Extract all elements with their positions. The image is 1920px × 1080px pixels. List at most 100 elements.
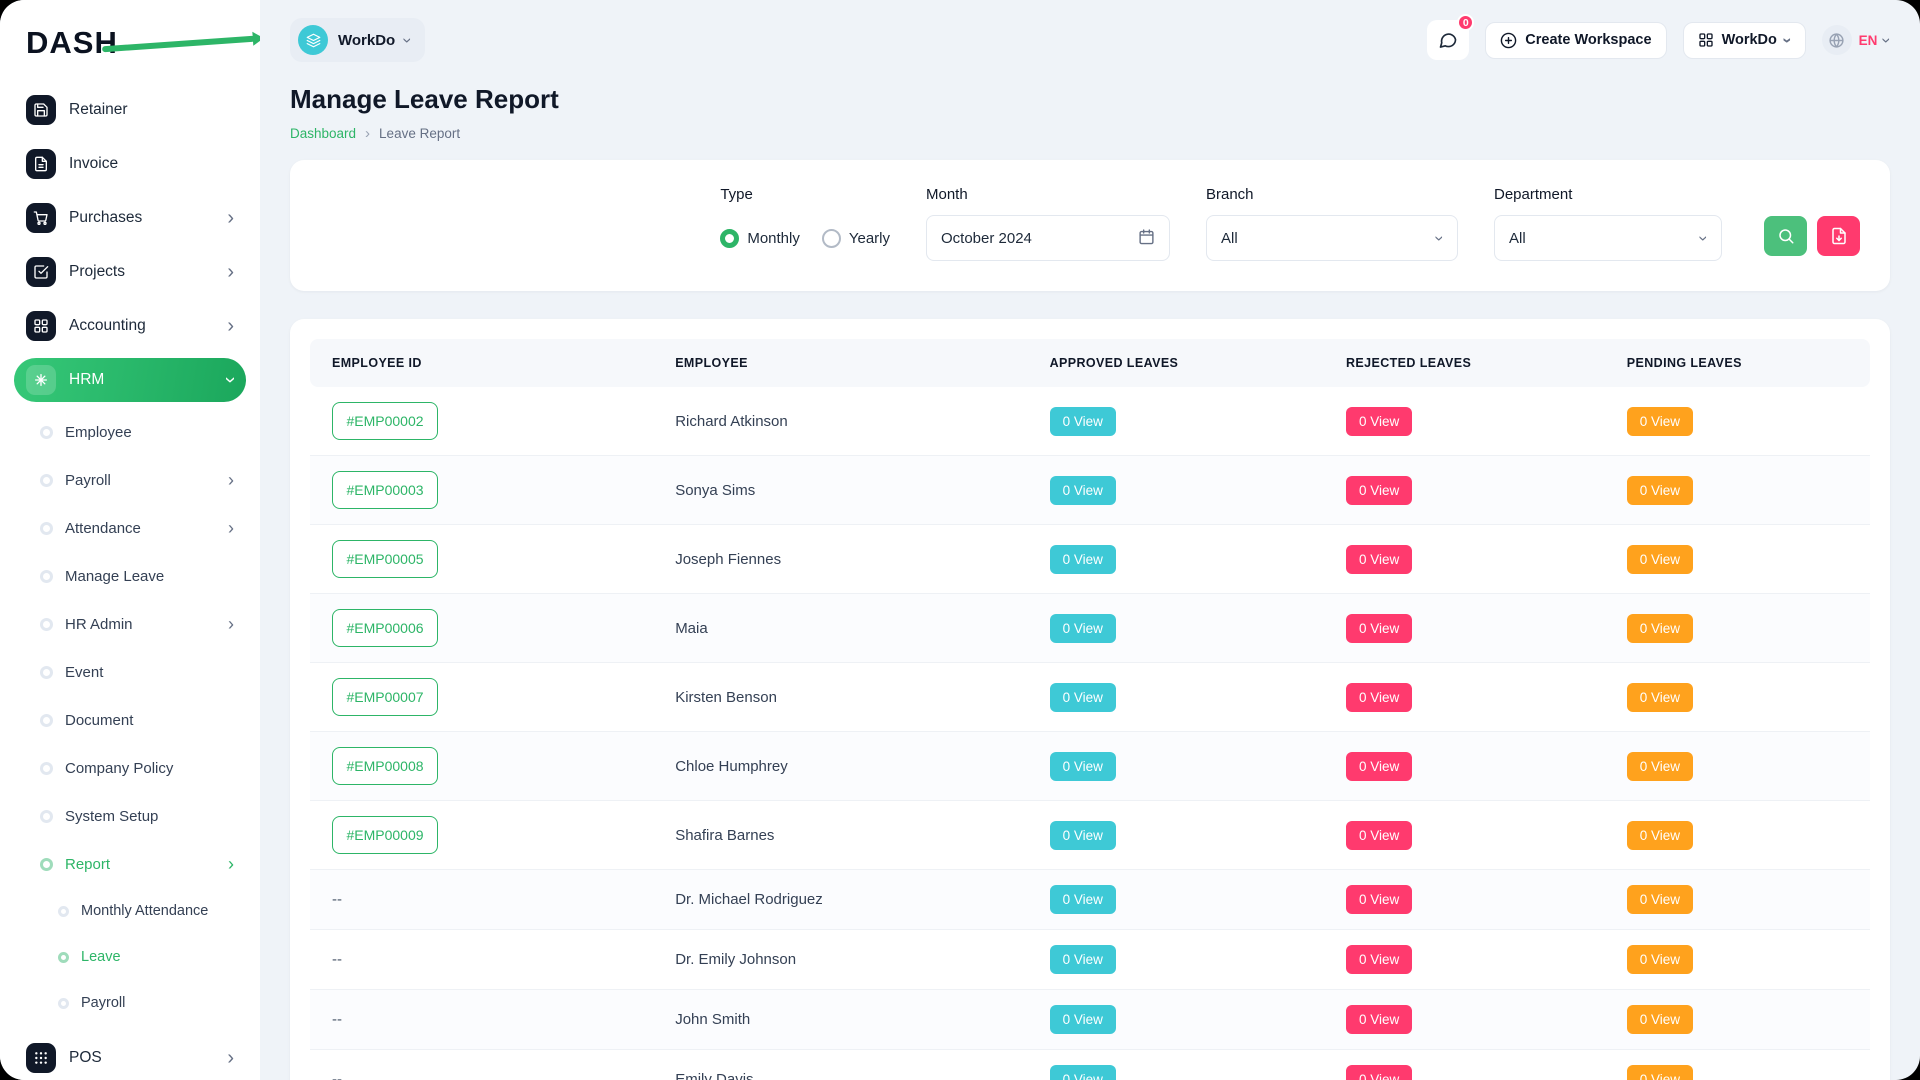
rejected-leaves-badge[interactable]: 0 View [1346, 885, 1412, 914]
sidebar-subitem-report[interactable]: Report› [14, 844, 246, 884]
employee-id-badge[interactable]: #EMP00002 [332, 402, 438, 440]
pending-leaves-badge[interactable]: 0 View [1627, 885, 1693, 914]
sidebar-item-projects[interactable]: Projects› [14, 250, 246, 294]
sidebar-subitem-employee[interactable]: Employee [14, 412, 246, 452]
language-selector[interactable]: EN › [1822, 25, 1890, 55]
pending-leaves-badge[interactable]: 0 View [1627, 1005, 1693, 1034]
employee-id-badge[interactable]: #EMP00007 [332, 678, 438, 716]
sidebar-subitem-hr-admin[interactable]: HR Admin› [14, 604, 246, 644]
pending-leaves-badge[interactable]: 0 View [1627, 476, 1693, 505]
employee-name: Dr. Michael Rodriguez [675, 891, 823, 908]
approved-leaves-badge[interactable]: 0 View [1050, 1065, 1116, 1080]
workspace-switcher[interactable]: WorkDo › [290, 18, 425, 62]
column-approved-leaves: APPROVED LEAVES [1028, 339, 1324, 387]
rejected-leaves-cell: 0 View [1324, 801, 1605, 870]
employee-id-badge[interactable]: #EMP00006 [332, 609, 438, 647]
department-select[interactable]: All › [1494, 215, 1722, 261]
search-button[interactable] [1764, 216, 1807, 256]
branch-select[interactable]: All › [1206, 215, 1458, 261]
pending-leaves-cell: 0 View [1605, 525, 1870, 594]
workdo-menu-label: WorkDo [1722, 32, 1777, 48]
sidebar-item-pos[interactable]: POS› [14, 1036, 246, 1080]
approved-leaves-badge[interactable]: 0 View [1050, 683, 1116, 712]
create-workspace-button[interactable]: Create Workspace [1485, 22, 1666, 59]
sidebar-subitem-system-setup[interactable]: System Setup [14, 796, 246, 836]
employee-name: Richard Atkinson [675, 413, 788, 430]
rejected-leaves-badge[interactable]: 0 View [1346, 407, 1412, 436]
rejected-leaves-badge[interactable]: 0 View [1346, 821, 1412, 850]
employee-id-cell: #EMP00005 [310, 525, 653, 594]
filter-card: Type Monthly Yearly Month [290, 160, 1890, 291]
sidebar-subitem-label: Leave [81, 949, 121, 965]
pending-leaves-cell: 0 View [1605, 990, 1870, 1050]
approved-leaves-badge[interactable]: 0 View [1050, 476, 1116, 505]
employee-id-badge[interactable]: #EMP00008 [332, 747, 438, 785]
bullet-icon [40, 810, 53, 823]
rejected-leaves-badge[interactable]: 0 View [1346, 752, 1412, 781]
sidebar-item-hrm[interactable]: HRM› [14, 358, 246, 402]
approved-leaves-badge[interactable]: 0 View [1050, 614, 1116, 643]
sidebar-item-accounting[interactable]: Accounting› [14, 304, 246, 348]
app-logo[interactable]: DASH [26, 22, 238, 64]
bullet-icon [58, 906, 69, 917]
rejected-leaves-badge[interactable]: 0 View [1346, 614, 1412, 643]
sidebar-subitem-company-policy[interactable]: Company Policy [14, 748, 246, 788]
sidebar-subitem-leave[interactable]: Leave [14, 938, 246, 976]
column-rejected-leaves: REJECTED LEAVES [1324, 339, 1605, 387]
approved-leaves-cell: 0 View [1028, 1050, 1324, 1080]
messages-button[interactable]: 0 [1427, 20, 1469, 60]
sidebar-item-purchases[interactable]: Purchases› [14, 196, 246, 240]
pending-leaves-badge[interactable]: 0 View [1627, 1065, 1693, 1080]
invoice-icon [26, 149, 56, 179]
plus-circle-icon [1500, 32, 1517, 49]
chevron-down-icon: › [221, 377, 241, 384]
sidebar-item-invoice[interactable]: Invoice [14, 142, 246, 186]
radio-yearly[interactable]: Yearly [822, 229, 890, 248]
approved-leaves-badge[interactable]: 0 View [1050, 407, 1116, 436]
rejected-leaves-badge[interactable]: 0 View [1346, 683, 1412, 712]
sidebar-subitem-label: HR Admin [65, 616, 133, 633]
pending-leaves-badge[interactable]: 0 View [1627, 752, 1693, 781]
approved-leaves-badge[interactable]: 0 View [1050, 1005, 1116, 1034]
app-window: DASH Retainer Invoice Purchases› Projects› A… [0, 0, 1920, 1080]
pending-leaves-badge[interactable]: 0 View [1627, 614, 1693, 643]
approved-leaves-badge[interactable]: 0 View [1050, 885, 1116, 914]
approved-leaves-badge[interactable]: 0 View [1050, 945, 1116, 974]
export-button[interactable] [1817, 216, 1860, 256]
bullet-icon [40, 426, 53, 439]
employee-name-cell: Richard Atkinson [653, 387, 1027, 456]
rejected-leaves-badge[interactable]: 0 View [1346, 1005, 1412, 1034]
pending-leaves-badge[interactable]: 0 View [1627, 407, 1693, 436]
employee-id-badge[interactable]: #EMP00005 [332, 540, 438, 578]
sidebar-subitem-payroll[interactable]: Payroll› [14, 460, 246, 500]
breadcrumb-dashboard-link[interactable]: Dashboard [290, 126, 356, 141]
sidebar-subitem-monthly-attendance[interactable]: Monthly Attendance [14, 892, 246, 930]
pending-leaves-badge[interactable]: 0 View [1627, 683, 1693, 712]
sidebar-item-retainer[interactable]: Retainer [14, 88, 246, 132]
file-export-icon [1830, 227, 1848, 245]
sidebar-subitem-payroll[interactable]: Payroll [14, 984, 246, 1022]
sidebar-subitem-manage-leave[interactable]: Manage Leave [14, 556, 246, 596]
rejected-leaves-badge[interactable]: 0 View [1346, 476, 1412, 505]
employee-name: Emily Davis [675, 1071, 753, 1080]
employee-id-badge[interactable]: #EMP00003 [332, 471, 438, 509]
rejected-leaves-badge[interactable]: 0 View [1346, 945, 1412, 974]
chevron-right-icon: › [228, 855, 234, 873]
employee-id-cell: #EMP00008 [310, 732, 653, 801]
rejected-leaves-badge[interactable]: 0 View [1346, 545, 1412, 574]
pending-leaves-badge[interactable]: 0 View [1627, 945, 1693, 974]
pending-leaves-badge[interactable]: 0 View [1627, 545, 1693, 574]
workdo-menu-button[interactable]: WorkDo › [1683, 22, 1806, 59]
employee-name: Joseph Fiennes [675, 551, 781, 568]
approved-leaves-badge[interactable]: 0 View [1050, 821, 1116, 850]
sidebar-subitem-attendance[interactable]: Attendance› [14, 508, 246, 548]
approved-leaves-badge[interactable]: 0 View [1050, 545, 1116, 574]
sidebar-subitem-event[interactable]: Event [14, 652, 246, 692]
month-input[interactable]: October 2024 [926, 215, 1170, 261]
radio-monthly[interactable]: Monthly [720, 229, 800, 248]
sidebar-subitem-document[interactable]: Document [14, 700, 246, 740]
rejected-leaves-badge[interactable]: 0 View [1346, 1065, 1412, 1080]
pending-leaves-badge[interactable]: 0 View [1627, 821, 1693, 850]
approved-leaves-badge[interactable]: 0 View [1050, 752, 1116, 781]
employee-id-badge[interactable]: #EMP00009 [332, 816, 438, 854]
